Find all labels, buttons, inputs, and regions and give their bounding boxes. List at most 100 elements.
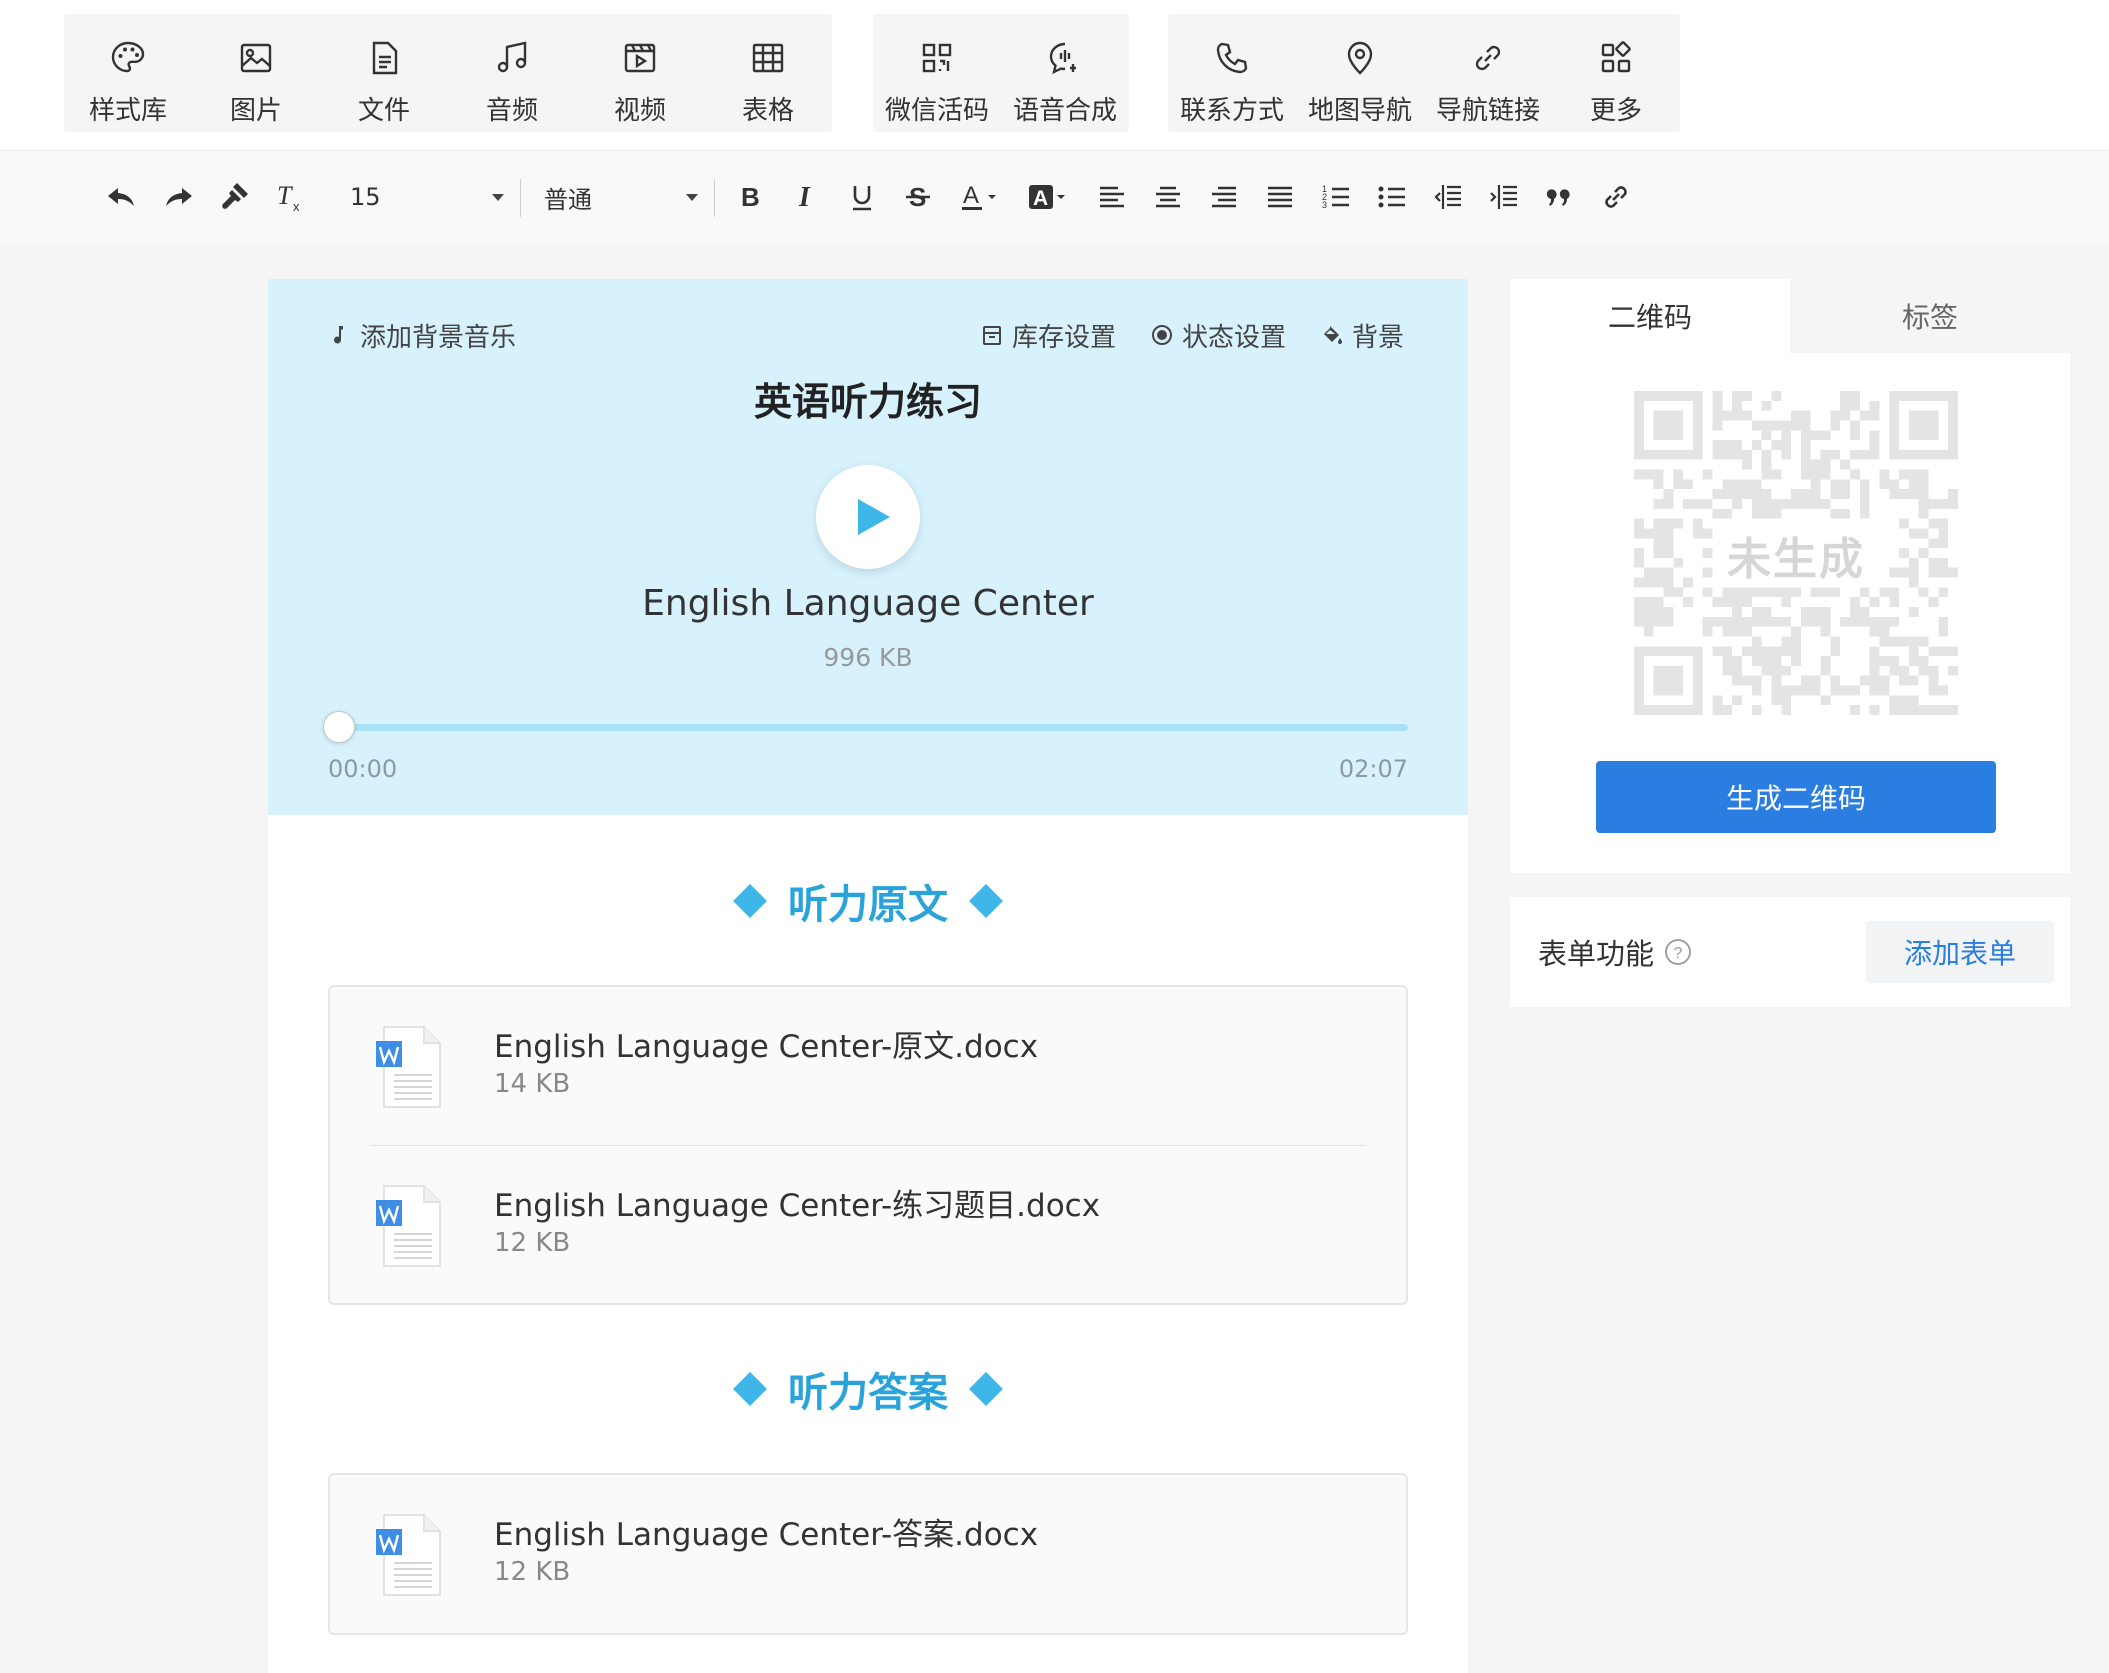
svg-text:?: ? xyxy=(1674,945,1683,962)
insert-tts-label: 语音合成 xyxy=(1012,96,1117,126)
audio-title: 英语听力练习 xyxy=(753,380,982,424)
toolbar-divider xyxy=(520,179,521,217)
paragraph-style-select[interactable]: 普通 xyxy=(544,173,698,221)
redo-icon xyxy=(166,188,192,206)
insert-file-button[interactable]: 文件 xyxy=(320,14,448,132)
insert-nav-link-button[interactable]: 导航链接 xyxy=(1424,14,1552,132)
phone-icon xyxy=(1216,42,1248,74)
play-button[interactable] xyxy=(816,465,920,569)
background-label: 背景 xyxy=(1352,322,1405,353)
file-item[interactable]: English Language Center-答案.docx 12 KB xyxy=(330,1475,1406,1633)
insert-style-library-button[interactable]: 样式库 xyxy=(64,14,192,132)
indent-icon xyxy=(1490,185,1517,209)
svg-text:A: A xyxy=(963,182,979,209)
stock-settings-button[interactable]: 库存设置 xyxy=(980,315,1116,355)
quote-button[interactable] xyxy=(1532,169,1588,225)
chevron-down-icon xyxy=(492,193,504,201)
insert-audio-label: 音频 xyxy=(485,96,538,126)
redo-button[interactable] xyxy=(150,169,206,225)
insert-audio-button[interactable]: 音频 xyxy=(448,14,576,132)
insert-group-wechat: 微信活码 语音合成 xyxy=(873,14,1129,132)
archive-icon xyxy=(983,326,1001,345)
audio-progress-bar[interactable] xyxy=(322,711,1408,743)
generate-qrcode-button[interactable]: 生成二维码 xyxy=(1596,761,1996,833)
toolbar-divider xyxy=(714,179,715,217)
align-left-button[interactable] xyxy=(1084,169,1140,225)
insert-video-label: 视频 xyxy=(613,96,666,126)
insert-tts-button[interactable]: 语音合成 xyxy=(1001,14,1129,132)
align-justify-button[interactable] xyxy=(1252,169,1308,225)
align-right-button[interactable] xyxy=(1196,169,1252,225)
unordered-list-button[interactable] xyxy=(1364,169,1420,225)
audio-size: 996 KB xyxy=(823,643,913,672)
insert-contact-label: 联系方式 xyxy=(1179,96,1284,126)
tab-tags[interactable]: 标签 xyxy=(1790,279,2070,353)
insert-contact-button[interactable]: 联系方式 xyxy=(1168,14,1296,132)
tab-qrcode[interactable]: 二维码 xyxy=(1510,279,1790,353)
align-left-icon xyxy=(1100,186,1124,208)
section-heading-text: 听力答案 xyxy=(788,1370,948,1416)
font-color-icon: A xyxy=(962,182,996,210)
audio-card: 添加背景音乐 库存设置 状态设置 背景 英语听力练习 English Langu… xyxy=(268,279,1468,815)
indent-button[interactable] xyxy=(1476,169,1532,225)
insert-group-media: 样式库 图片 文件 音频 视频 表格 xyxy=(64,14,832,132)
font-size-value: 15 xyxy=(350,183,381,211)
format-toolbar: Tx 15 普通 B I S A A 123 xyxy=(0,150,2109,242)
align-center-button[interactable] xyxy=(1140,169,1196,225)
add-background-music-button[interactable]: 添加背景音乐 xyxy=(328,315,516,355)
palette-icon xyxy=(111,41,145,73)
help-icon[interactable]: ? xyxy=(1664,938,1692,966)
insert-wechat-qrcode-label: 微信活码 xyxy=(884,96,989,126)
play-icon xyxy=(858,499,890,535)
svg-text:I: I xyxy=(798,182,811,213)
font-size-select[interactable]: 15 xyxy=(350,173,504,221)
qrcode-panel: 二维码 标签 未生成 生成二维码 xyxy=(1510,279,2070,873)
quote-icon xyxy=(1546,189,1570,206)
file-item[interactable]: English Language Center-原文.docx 14 KB xyxy=(330,987,1406,1145)
form-feature-label: 表单功能 ? xyxy=(1538,931,1692,973)
status-settings-button[interactable]: 状态设置 xyxy=(1150,315,1286,355)
insert-image-label: 图片 xyxy=(229,96,282,126)
underline-button[interactable] xyxy=(834,169,890,225)
insert-link-button[interactable] xyxy=(1588,169,1644,225)
italic-icon: I xyxy=(798,182,811,213)
insert-image-button[interactable]: 图片 xyxy=(192,14,320,132)
highlight-color-button[interactable]: A xyxy=(1016,169,1080,225)
insert-map-button[interactable]: 地图导航 xyxy=(1296,14,1424,132)
grid-more-icon xyxy=(1601,41,1631,73)
qrcode-placeholder-text: 未生成 xyxy=(1727,534,1865,585)
table-icon xyxy=(752,43,784,73)
file-item[interactable]: English Language Center-练习题目.docx 12 KB xyxy=(370,1145,1366,1303)
strikethrough-button[interactable]: S xyxy=(890,169,946,225)
insert-more-button[interactable]: 更多 xyxy=(1552,14,1680,132)
file-name: English Language Center-答案.docx xyxy=(494,1517,1039,1553)
insert-more-label: 更多 xyxy=(1589,96,1642,126)
bold-button[interactable]: B xyxy=(722,169,778,225)
outdent-button[interactable] xyxy=(1420,169,1476,225)
undo-icon xyxy=(108,188,134,206)
background-button[interactable]: 背景 xyxy=(1320,315,1404,355)
editor-canvas: 添加背景音乐 库存设置 状态设置 背景 英语听力练习 English Langu… xyxy=(268,279,1468,1673)
insert-wechat-qrcode-button[interactable]: 微信活码 xyxy=(873,14,1001,132)
format-painter-button[interactable] xyxy=(206,169,262,225)
video-icon xyxy=(624,43,656,73)
underline-icon xyxy=(853,186,871,211)
ordered-list-button[interactable]: 123 xyxy=(1308,169,1364,225)
undo-button[interactable] xyxy=(94,169,150,225)
italic-button[interactable]: I xyxy=(778,169,834,225)
unordered-list-icon xyxy=(1378,186,1405,208)
insert-group-contact: 联系方式 地图导航 导航链接 更多 xyxy=(1168,14,1680,132)
insert-table-button[interactable]: 表格 xyxy=(704,14,832,132)
font-color-button[interactable]: A xyxy=(948,169,1012,225)
paint-bucket-icon xyxy=(1324,326,1342,344)
insert-style-library-label: 样式库 xyxy=(88,96,167,126)
add-form-button[interactable]: 添加表单 xyxy=(1866,921,2054,983)
clear-format-button[interactable]: Tx xyxy=(262,169,318,225)
audio-name: English Language Center xyxy=(642,583,1094,624)
align-justify-icon xyxy=(1268,186,1292,208)
file-list-transcript: English Language Center-原文.docx 14 KB En… xyxy=(328,985,1408,1305)
insert-video-button[interactable]: 视频 xyxy=(576,14,704,132)
audio-progress-handle[interactable] xyxy=(322,711,355,743)
section-heading-answers: 听力答案 xyxy=(268,1359,1468,1419)
format-painter-icon xyxy=(222,183,248,209)
